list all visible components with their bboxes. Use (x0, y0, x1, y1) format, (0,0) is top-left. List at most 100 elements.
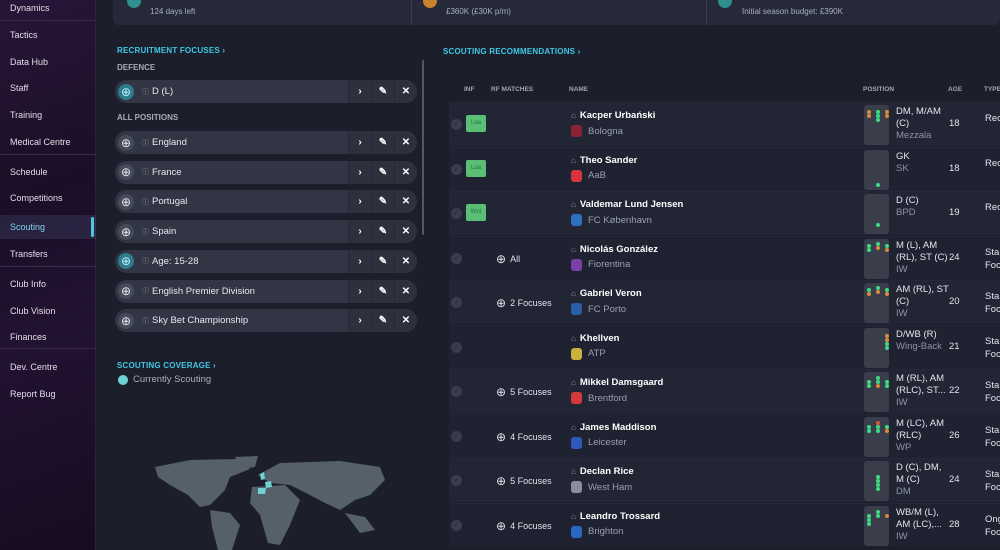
sidebar-item-dynamics[interactable]: Dynamics (10, 3, 50, 13)
player-name[interactable]: ⌂ James Maddison (571, 422, 656, 433)
sidebar-item-medical-centre[interactable]: Medical Centre (10, 137, 71, 147)
sidebar-item-transfers[interactable]: Transfers (10, 249, 48, 259)
player-name[interactable]: ⌂ Declan Rice (571, 466, 634, 477)
column-header-position[interactable]: POSITION (863, 86, 894, 93)
edit-focus-button[interactable]: ✎ (371, 220, 394, 244)
table-row[interactable]: ✓ ⊕ 4 Focuses ⌂ James Maddison Leicester M (LC… (449, 413, 1000, 458)
recruitment-focus-item[interactable]: ⊕ ⓘ Age: 15-28 › ✎ ✕ (115, 249, 417, 273)
info-icon[interactable]: ⓘ (142, 167, 149, 177)
table-row[interactable]: ✓ ⊕ 2 Focuses ⌂ Gabriel Veron FC Porto AM (RL)… (449, 280, 1000, 324)
edit-focus-button[interactable]: ✎ (371, 80, 394, 103)
info-icon[interactable]: ⓘ (142, 256, 149, 266)
table-row[interactable]: ✓ ⊕ 5 Focuses ⌂ Mikkel Damsgaard Brentford M (… (449, 369, 1000, 413)
column-header-rf-matches[interactable]: RF MATCHES (491, 86, 533, 93)
info-icon[interactable]: ⓘ (142, 87, 149, 97)
edit-focus-button[interactable]: ✎ (371, 190, 394, 214)
remove-focus-button[interactable]: ✕ (394, 249, 417, 273)
column-header-inf[interactable]: INF (464, 86, 474, 93)
remove-focus-button[interactable]: ✕ (394, 190, 417, 214)
column-header-name[interactable]: NAME (569, 86, 588, 93)
remove-focus-button[interactable]: ✕ (394, 309, 417, 333)
open-focus-button[interactable]: › (348, 190, 371, 214)
remove-focus-button[interactable]: ✕ (394, 279, 417, 303)
shortlist-check-icon[interactable]: ✓ (451, 475, 462, 486)
recruitment-focus-item[interactable]: ⊕ ⓘ Sky Bet Championship › ✎ ✕ (115, 309, 417, 333)
recruitment-focus-item[interactable]: ⊕ ⓘ English Premier Division › ✎ ✕ (115, 279, 417, 303)
open-focus-button[interactable]: › (348, 131, 371, 154)
player-name[interactable]: ⌂ Gabriel Veron (571, 288, 642, 299)
sidebar-item-finances[interactable]: Finances (10, 332, 47, 342)
sidebar-item-competitions[interactable]: Competitions (10, 193, 63, 203)
sidebar-item-staff[interactable]: Staff (10, 83, 28, 93)
club-name[interactable]: FC København (571, 214, 652, 226)
shortlist-check-icon[interactable]: ✓ (451, 386, 462, 397)
info-icon[interactable]: ⓘ (142, 316, 149, 326)
info-icon[interactable]: ⓘ (142, 227, 149, 237)
table-row[interactable]: ✓ ⊕ All ⌂ Nicolás González Fiorentina M (L), A… (449, 235, 1000, 280)
sidebar-item-tactics[interactable]: Tactics (10, 30, 38, 40)
recruitment-focus-item[interactable]: ⊕ ⓘ France › ✎ ✕ (115, 160, 417, 184)
column-header-type[interactable]: TYPE (984, 86, 1000, 93)
recruitment-focus-item[interactable]: ⊕ ⓘ Spain › ✎ ✕ (115, 220, 417, 244)
club-name[interactable]: Fiorentina (571, 258, 630, 271)
sidebar-item-schedule[interactable]: Schedule (10, 167, 48, 177)
sidebar-item-scouting[interactable]: Scouting (0, 215, 96, 239)
shortlist-check-icon[interactable]: ✓ (451, 119, 462, 130)
shortlist-check-icon[interactable]: ✓ (451, 430, 462, 442)
edit-focus-button[interactable]: ✎ (371, 249, 394, 273)
open-focus-button[interactable]: › (348, 160, 371, 184)
world-coverage-map[interactable] (140, 455, 400, 550)
recruitment-focus-item[interactable]: ⊕ ⓘ D (L) › ✎ ✕ (115, 80, 417, 103)
sidebar-item-report-bug[interactable]: Report Bug (10, 389, 56, 399)
open-focus-button[interactable]: › (348, 249, 371, 273)
info-icon[interactable]: ⓘ (142, 138, 149, 148)
club-name[interactable]: AaB (571, 169, 606, 182)
table-row[interactable]: ✓ Loa ⌂ Kacper Urbański Bologna DM, M/AM (C) M… (449, 102, 1000, 146)
club-name[interactable]: Brighton (571, 525, 623, 538)
player-name[interactable]: ⌂ Khellven (571, 333, 619, 344)
edit-focus-button[interactable]: ✎ (371, 160, 394, 184)
player-name[interactable]: ⌂ Valdemar Lund Jensen (571, 199, 683, 210)
table-row[interactable]: ✓ ⊕ 5 Focuses ⌂ Declan Rice West Ham D (C), DM… (449, 458, 1000, 502)
remove-focus-button[interactable]: ✕ (394, 80, 417, 103)
scouting-coverage-link[interactable]: SCOUTING COVERAGE › (117, 361, 216, 370)
recruitment-focus-item[interactable]: ⊕ ⓘ England › ✎ ✕ (115, 131, 417, 154)
club-name[interactable]: West Ham (571, 481, 632, 493)
table-row[interactable]: ✓ Wnt ⌂ Valdemar Lund Jensen FC København D (… (449, 191, 1000, 235)
player-name[interactable]: ⌂ Theo Sander (571, 155, 637, 166)
shortlist-check-icon[interactable]: ✓ (451, 208, 462, 219)
column-header-age[interactable]: AGE (948, 86, 962, 93)
sidebar-item-training[interactable]: Training (10, 110, 42, 120)
sidebar-item-club-vision[interactable]: Club Vision (10, 306, 55, 316)
club-name[interactable]: Brentford (571, 392, 627, 404)
remove-focus-button[interactable]: ✕ (394, 131, 417, 154)
recruitment-focuses-link[interactable]: RECRUITMENT FOCUSES › (117, 46, 225, 55)
remove-focus-button[interactable]: ✕ (394, 160, 417, 184)
player-name[interactable]: ⌂ Nicolás González (571, 244, 658, 255)
scouting-recommendations-link[interactable]: SCOUTING RECOMMENDATIONS › (443, 47, 581, 56)
shortlist-check-icon[interactable]: ✓ (451, 297, 462, 308)
table-row[interactable]: ✓ ⊕ 4 Focuses ⌂ Leandro Trossard Brighton WB/M… (449, 502, 1000, 547)
open-focus-button[interactable]: › (348, 279, 371, 303)
focus-list-scrollbar[interactable] (422, 60, 424, 235)
sidebar-item-club-info[interactable]: Club Info (10, 279, 46, 289)
info-icon[interactable]: ⓘ (142, 286, 149, 296)
remove-focus-button[interactable]: ✕ (394, 220, 417, 244)
open-focus-button[interactable]: › (348, 80, 371, 103)
edit-focus-button[interactable]: ✎ (371, 131, 394, 154)
shortlist-check-icon[interactable]: ✓ (451, 519, 462, 531)
edit-focus-button[interactable]: ✎ (371, 309, 394, 333)
edit-focus-button[interactable]: ✎ (371, 279, 394, 303)
table-row[interactable]: ✓ ⌂ Khellven ATP D/WB (R) Wing-Back 21 Sta Foc (449, 324, 1000, 369)
open-focus-button[interactable]: › (348, 220, 371, 244)
club-name[interactable]: Bologna (571, 125, 623, 137)
club-name[interactable]: ATP (571, 347, 606, 360)
info-icon[interactable]: ⓘ (142, 197, 149, 207)
player-name[interactable]: ⌂ Kacper Urbański (571, 110, 655, 121)
shortlist-check-icon[interactable]: ✓ (451, 252, 462, 264)
club-name[interactable]: Leicester (571, 436, 627, 449)
club-name[interactable]: FC Porto (571, 303, 626, 315)
recruitment-focus-item[interactable]: ⊕ ⓘ Portugal › ✎ ✕ (115, 190, 417, 214)
player-name[interactable]: ⌂ Mikkel Damsgaard (571, 377, 663, 388)
shortlist-check-icon[interactable]: ✓ (451, 163, 462, 175)
